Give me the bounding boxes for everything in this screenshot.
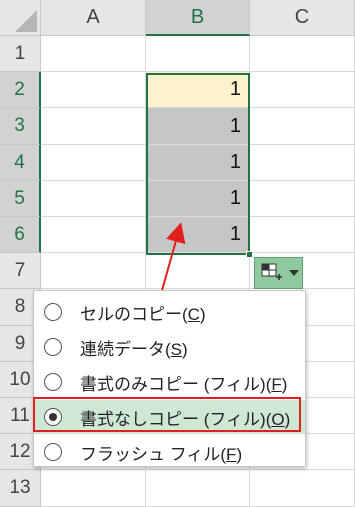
cell-c13[interactable] (250, 470, 355, 507)
cell-a2[interactable] (41, 72, 146, 108)
menu-item-copy-cells[interactable]: セルのコピー(C) (34, 295, 305, 329)
cell-a3[interactable] (41, 108, 146, 145)
cell-a6[interactable] (41, 217, 146, 253)
autofill-options-icon (261, 263, 283, 283)
cell-a1[interactable] (41, 36, 146, 72)
select-all-corner[interactable] (0, 0, 41, 36)
chevron-down-icon (289, 270, 299, 276)
cell-c1[interactable] (250, 36, 355, 72)
column-header-a[interactable]: A (41, 0, 146, 36)
cell-b4[interactable]: 1 (146, 145, 250, 181)
cell-b1[interactable] (146, 36, 250, 72)
cell-a5[interactable] (41, 181, 146, 217)
radio-button[interactable] (44, 303, 62, 321)
cell-c2[interactable] (250, 72, 355, 108)
menu-item-label: 書式のみコピー (フィル)(F) (80, 374, 288, 394)
menu-item-label: 書式なしコピー (フィル)(O) (80, 409, 291, 429)
fill-handle[interactable] (246, 251, 253, 258)
cell-c4[interactable] (250, 145, 355, 181)
radio-button[interactable] (44, 408, 62, 426)
menu-item-label: フラッシュ フィル(F) (80, 444, 243, 464)
cell-b7[interactable] (146, 253, 250, 289)
row-header-3[interactable]: 3 (0, 108, 41, 145)
cell-a4[interactable] (41, 145, 146, 181)
cell-a7[interactable] (41, 253, 146, 289)
radio-button[interactable] (44, 373, 62, 391)
menu-item-fill-formatting-only[interactable]: 書式のみコピー (フィル)(F) (34, 365, 305, 399)
cell-b2[interactable]: 1 (146, 72, 250, 108)
cell-c6[interactable] (250, 217, 355, 253)
row-header-1[interactable]: 1 (0, 36, 41, 72)
cell-a13[interactable] (41, 470, 146, 507)
row-header-5[interactable]: 5 (0, 181, 41, 217)
menu-item-label: セルのコピー(C) (80, 304, 206, 324)
column-header-b[interactable]: B (146, 0, 250, 36)
menu-item-fill-series[interactable]: 連続データ(S) (34, 330, 305, 364)
column-header-c[interactable]: C (250, 0, 355, 36)
row-header-6[interactable]: 6 (0, 217, 41, 253)
autofill-options-button[interactable] (254, 257, 303, 289)
row-header-2[interactable]: 2 (0, 72, 41, 108)
spreadsheet-grid: A B C 1 2 3 4 5 6 7 8 9 10 11 12 13 11111 セルのコピー(C) 連… (0, 0, 355, 507)
menu-item-label: 連続データ(S) (80, 339, 188, 359)
cell-b13[interactable] (146, 470, 250, 507)
row-header-4[interactable]: 4 (0, 145, 41, 181)
cell-b3[interactable]: 1 (146, 108, 250, 145)
cell-b6[interactable]: 1 (146, 217, 250, 253)
cell-c3[interactable] (250, 108, 355, 145)
row-header-7[interactable]: 7 (0, 253, 41, 289)
menu-item-fill-without-formatting[interactable]: 書式なしコピー (フィル)(O) (34, 400, 305, 434)
cell-c5[interactable] (250, 181, 355, 217)
autofill-options-menu: セルのコピー(C) 連続データ(S) 書式のみコピー (フィル)(F) 書式なしコピー… (33, 290, 306, 467)
menu-item-flash-fill[interactable]: フラッシュ フィル(F) (34, 435, 305, 469)
row-header-13[interactable]: 13 (0, 470, 41, 507)
radio-button[interactable] (44, 338, 62, 356)
cell-b5[interactable]: 1 (146, 181, 250, 217)
radio-button[interactable] (44, 443, 62, 461)
